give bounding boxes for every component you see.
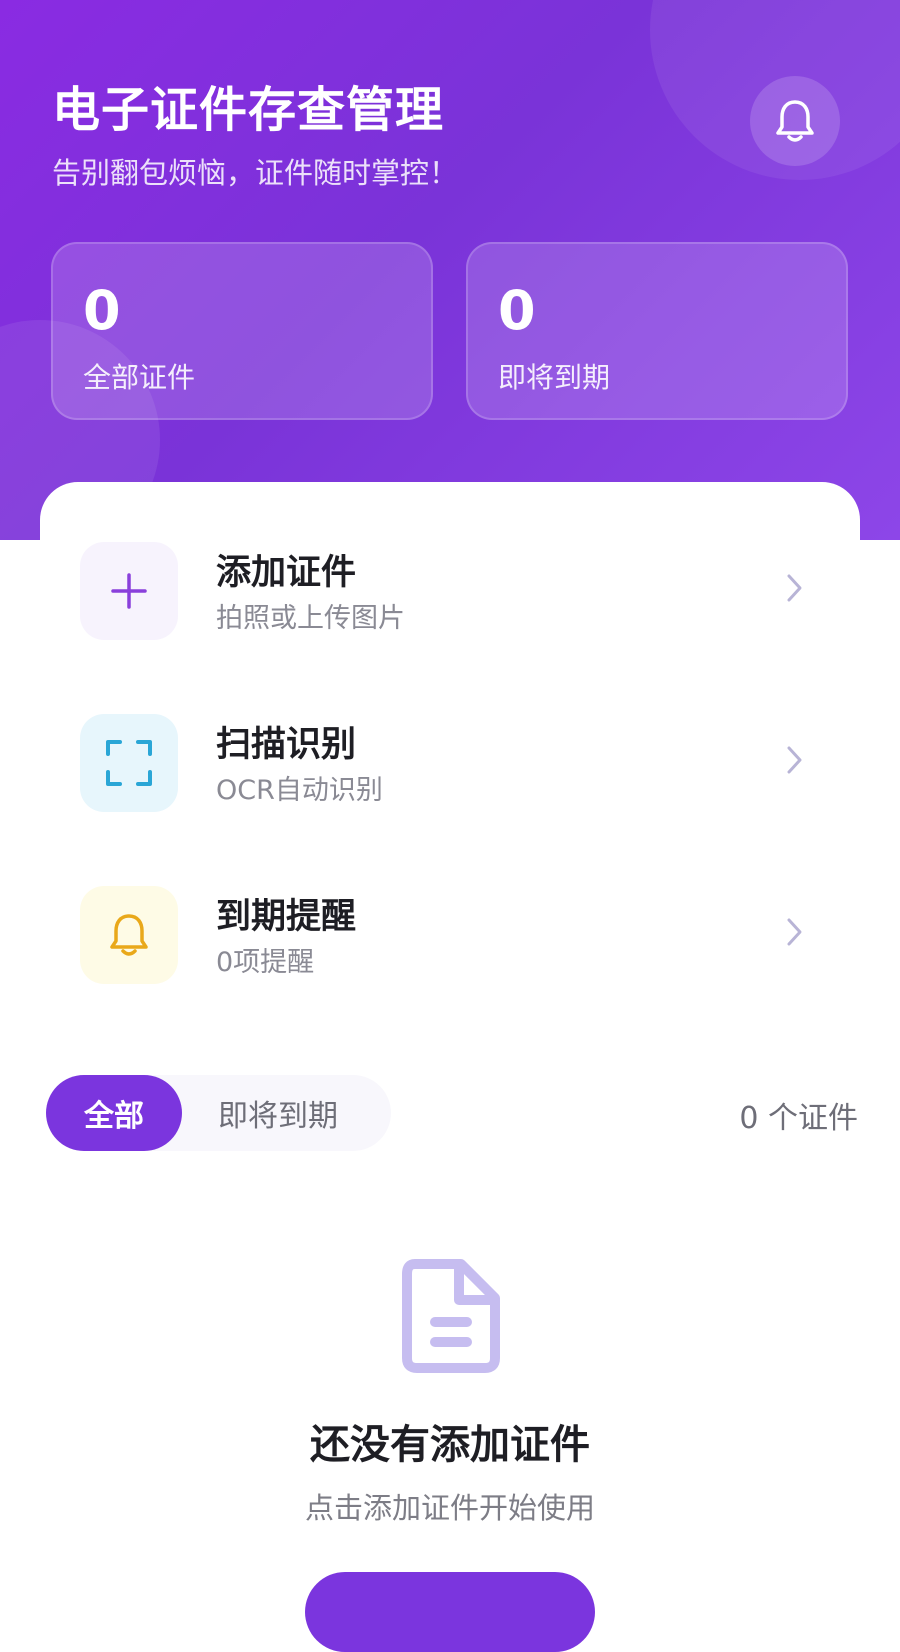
stat-value: 0: [83, 279, 121, 342]
plus-icon: [111, 573, 147, 609]
stat-card-all-certificates[interactable]: 0 全部证件: [51, 242, 433, 420]
scan-icon-tile: [80, 714, 178, 812]
chevron-right-icon: [787, 746, 802, 774]
action-desc: 0项提醒: [216, 947, 315, 978]
add-icon-tile: [80, 542, 178, 640]
tab-all[interactable]: 全部: [46, 1075, 182, 1151]
status-bar: [0, 0, 900, 10]
action-desc: 拍照或上传图片: [216, 603, 405, 634]
action-title: 到期提醒: [216, 897, 357, 937]
action-scan-recognize[interactable]: 扫描识别 OCR自动识别: [40, 700, 860, 820]
filter-tabs: 全部 即将到期: [46, 1075, 391, 1151]
stat-card-expiring[interactable]: 0 即将到期: [466, 242, 848, 420]
empty-state-desc: 点击添加证件开始使用: [304, 1491, 595, 1525]
chevron-right-icon: [787, 918, 802, 946]
stat-label: 即将到期: [498, 361, 611, 394]
scan-icon: [106, 740, 152, 786]
bell-icon: [110, 914, 148, 956]
notification-button[interactable]: [750, 76, 840, 166]
header-banner: 电子证件存查管理 告别翻包烦恼，证件随时掌控！ 0 全部证件 0 即将到期: [0, 0, 900, 540]
add-certificate-button[interactable]: [305, 1572, 595, 1652]
page-title: 电子证件存查管理: [52, 82, 445, 138]
bell-icon: [776, 100, 814, 142]
action-expiry-reminder[interactable]: 到期提醒 0项提醒: [40, 872, 860, 992]
action-add-certificate[interactable]: 添加证件 拍照或上传图片: [40, 528, 860, 648]
page-subtitle: 告别翻包烦恼，证件随时掌控！: [52, 156, 459, 190]
quick-actions-panel: 添加证件 拍照或上传图片 扫描识别 OCR自动识别 到期提醒 0项提醒: [40, 482, 860, 1042]
chevron-right-icon: [787, 574, 802, 602]
reminder-icon-tile: [80, 886, 178, 984]
stat-value: 0: [498, 279, 536, 342]
tab-expiring[interactable]: 即将到期: [218, 1075, 338, 1151]
document-icon: [402, 1259, 500, 1373]
certificate-count: 0 个证件: [739, 1101, 858, 1136]
action-title: 添加证件: [216, 553, 357, 593]
empty-state-title: 还没有添加证件: [310, 1422, 590, 1468]
action-desc: OCR自动识别: [216, 775, 383, 806]
action-title: 扫描识别: [216, 725, 357, 765]
stat-label: 全部证件: [83, 361, 196, 394]
